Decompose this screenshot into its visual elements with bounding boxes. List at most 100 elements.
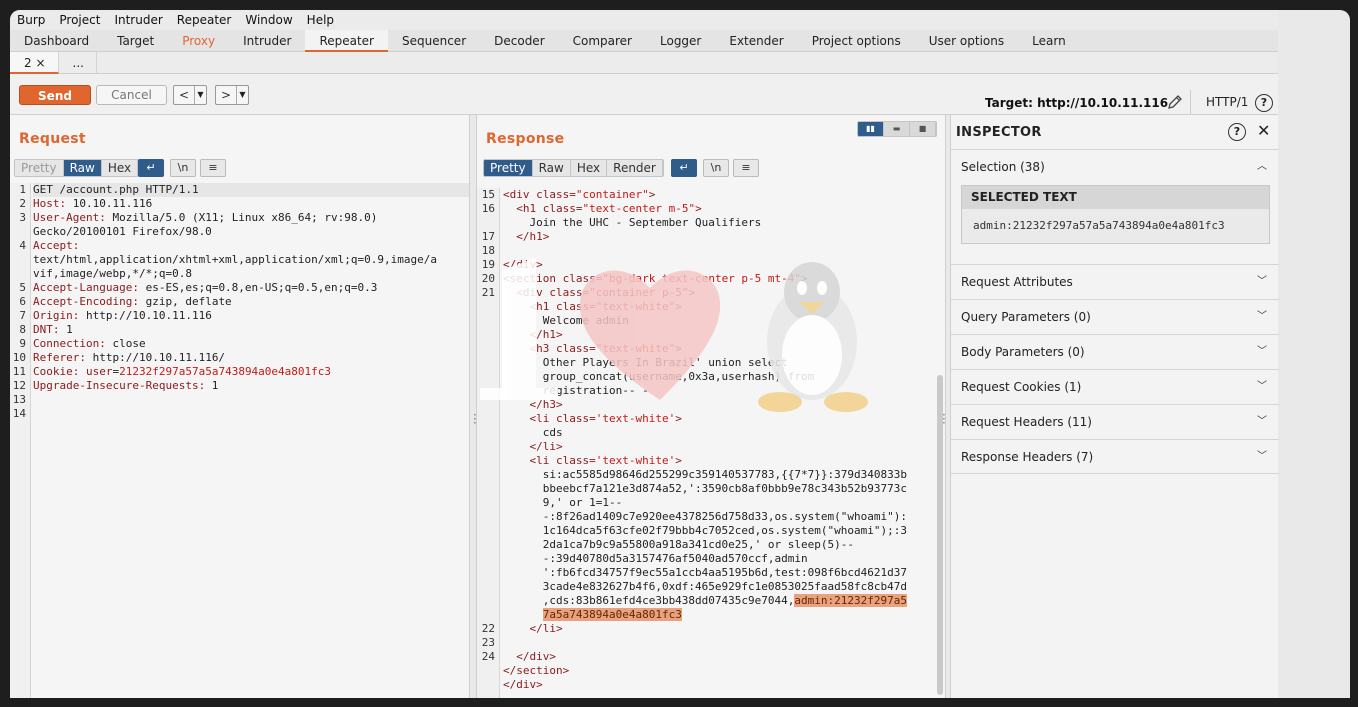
chevron-down-icon[interactable]: ﹀ xyxy=(1257,370,1267,404)
response-tab-pretty[interactable]: Pretty xyxy=(484,160,533,176)
request-tab-raw[interactable]: Raw xyxy=(63,160,102,176)
response-code: <div class="container"> <h1 class="text-… xyxy=(503,188,945,698)
tab-decoder[interactable]: Decoder xyxy=(480,30,559,52)
code-line: Accept-Encoding: gzip, deflate xyxy=(33,295,232,308)
inspector-section-response-headers[interactable]: Response Headers (7) ﹀ xyxy=(951,439,1279,474)
response-editor[interactable]: 15 16 17 18 19 20 21 22 23 24 <div class… xyxy=(477,188,945,698)
chevron-down-icon[interactable]: ﹀ xyxy=(1257,300,1267,334)
chevron-down-icon[interactable]: ﹀ xyxy=(1257,265,1267,299)
chevron-down-icon[interactable]: ﹀ xyxy=(1257,440,1267,474)
help-icon[interactable]: ? xyxy=(1228,123,1246,141)
selected-text-value[interactable]: admin:21232f297a57a5a743894a0e4a801fc3 xyxy=(962,209,1269,243)
http-version-toggle[interactable]: HTTP/1 xyxy=(1190,90,1248,114)
code-line: GET /account.php HTTP/1.1 xyxy=(33,183,469,197)
chevron-down-icon[interactable]: ﹀ xyxy=(1257,335,1267,369)
request-pane: Request Pretty Raw Hex ↵ \n ≡ 1 2 3 4 5 … xyxy=(10,115,470,698)
tab-dashboard[interactable]: Dashboard xyxy=(10,30,103,52)
line-number xyxy=(477,566,499,580)
line-number xyxy=(10,225,30,239)
menu-burp[interactable]: Burp xyxy=(17,13,45,27)
chevron-up-icon[interactable]: ︿ xyxy=(1257,150,1267,184)
inspector-splitter[interactable]: · · · xyxy=(942,409,946,429)
forward-arrow: > xyxy=(221,88,232,102)
tab-repeater[interactable]: Repeater xyxy=(305,30,388,52)
line-number xyxy=(477,328,499,342)
code-line: <div class="container"> xyxy=(503,188,656,201)
cancel-button[interactable]: Cancel xyxy=(96,85,167,105)
menu-intruder[interactable]: Intruder xyxy=(114,13,162,27)
close-icon[interactable]: ✕ xyxy=(1257,121,1270,140)
menu-repeater[interactable]: Repeater xyxy=(177,13,232,27)
tab-intruder[interactable]: Intruder xyxy=(229,30,305,52)
tab-extender[interactable]: Extender xyxy=(715,30,797,52)
menu-help[interactable]: Help xyxy=(307,13,334,27)
menu-icon[interactable]: ≡ xyxy=(733,159,759,177)
send-button[interactable]: Send xyxy=(19,85,91,105)
line-number: 18 xyxy=(481,244,495,257)
inspector-section-body-parameters[interactable]: Body Parameters (0) ﹀ xyxy=(951,334,1279,369)
layout-tabs-icon[interactable]: ■ xyxy=(910,122,936,136)
help-icon[interactable]: ? xyxy=(1255,94,1273,112)
line-number xyxy=(477,594,499,608)
newline-toggle-icon[interactable]: \n xyxy=(170,159,196,177)
inspector-section-request-attributes[interactable]: Request Attributes ﹀ xyxy=(951,264,1279,299)
code-line: text/html,application/xhtml+xml,applicat… xyxy=(33,253,437,266)
line-number: 15 xyxy=(481,188,495,201)
chevron-down-icon[interactable]: ▼ xyxy=(236,86,248,104)
code-line: <li class='text-white'> xyxy=(529,412,682,425)
code-line: Join the UHC - September Qualifiers xyxy=(503,216,762,229)
response-view-tabs: Pretty Raw Hex Render xyxy=(483,159,664,177)
section-label: Request Attributes xyxy=(961,275,1073,289)
line-number xyxy=(477,216,499,230)
section-label: Request Cookies (1) xyxy=(961,380,1082,394)
line-number xyxy=(477,538,499,552)
line-number: 6 xyxy=(19,295,26,308)
inspector-section-query-parameters[interactable]: Query Parameters (0) ﹀ xyxy=(951,299,1279,334)
line-number xyxy=(477,608,499,622)
code-line: <h1 class="text-center m-5"> xyxy=(516,202,702,215)
inspector-section-request-headers[interactable]: Request Headers (11) ﹀ xyxy=(951,404,1279,439)
request-tab-pretty[interactable]: Pretty xyxy=(15,160,64,176)
line-number: 22 xyxy=(481,622,495,635)
newline-toggle-icon[interactable]: \n xyxy=(703,159,729,177)
code-line: User-Agent: Mozilla/5.0 (X11; Linux x86_… xyxy=(33,211,378,224)
tab-project-options[interactable]: Project options xyxy=(798,30,915,52)
repeater-tab-2[interactable]: 2 × xyxy=(10,52,59,74)
tab-proxy[interactable]: Proxy xyxy=(168,30,229,52)
repeater-tab-new[interactable]: ... xyxy=(59,52,97,74)
response-tab-raw[interactable]: Raw xyxy=(532,160,571,176)
layout-side-by-side-icon[interactable]: ▮▮ xyxy=(858,122,884,136)
line-number xyxy=(10,267,30,281)
back-button[interactable]: < ▼ xyxy=(173,85,207,105)
menu-window[interactable]: Window xyxy=(245,13,292,27)
line-number xyxy=(477,454,499,468)
request-editor[interactable]: 1 2 3 4 5 6 7 8 9 10 11 12 13 14 GET /ac… xyxy=(10,183,469,698)
tab-learn[interactable]: Learn xyxy=(1018,30,1080,52)
inspector-section-request-cookies[interactable]: Request Cookies (1) ﹀ xyxy=(951,369,1279,404)
forward-button[interactable]: > ▼ xyxy=(215,85,249,105)
response-tab-hex[interactable]: Hex xyxy=(570,160,608,176)
burp-window: Burp Project Intruder Repeater Window He… xyxy=(10,10,1350,698)
code-line: 7a5a743894a0e4a801fc3 xyxy=(542,608,682,621)
tab-sequencer[interactable]: Sequencer xyxy=(388,30,480,52)
tab-user-options[interactable]: User options xyxy=(915,30,1018,52)
pencil-icon[interactable] xyxy=(1167,94,1183,110)
layout-stacked-icon[interactable]: ▬ xyxy=(884,122,910,136)
code-line: </li> xyxy=(529,622,563,635)
wrap-lines-icon[interactable]: ↵ xyxy=(138,159,164,177)
chevron-down-icon[interactable]: ﹀ xyxy=(1257,405,1267,439)
menu-project[interactable]: Project xyxy=(59,13,100,27)
tab-logger[interactable]: Logger xyxy=(646,30,715,52)
wrap-lines-icon[interactable]: ↵ xyxy=(671,159,697,177)
tab-target[interactable]: Target xyxy=(103,30,168,52)
response-tab-render[interactable]: Render xyxy=(607,160,663,176)
section-label: Query Parameters (0) xyxy=(961,310,1091,324)
response-title: Response xyxy=(486,131,565,147)
request-tab-hex[interactable]: Hex xyxy=(101,160,139,176)
back-arrow: < xyxy=(179,88,190,102)
menu-icon[interactable]: ≡ xyxy=(200,159,226,177)
tab-comparer[interactable]: Comparer xyxy=(559,30,646,52)
inspector-section-selection[interactable]: Selection (38) ︿ xyxy=(951,149,1279,184)
chevron-down-icon[interactable]: ▼ xyxy=(194,86,206,104)
